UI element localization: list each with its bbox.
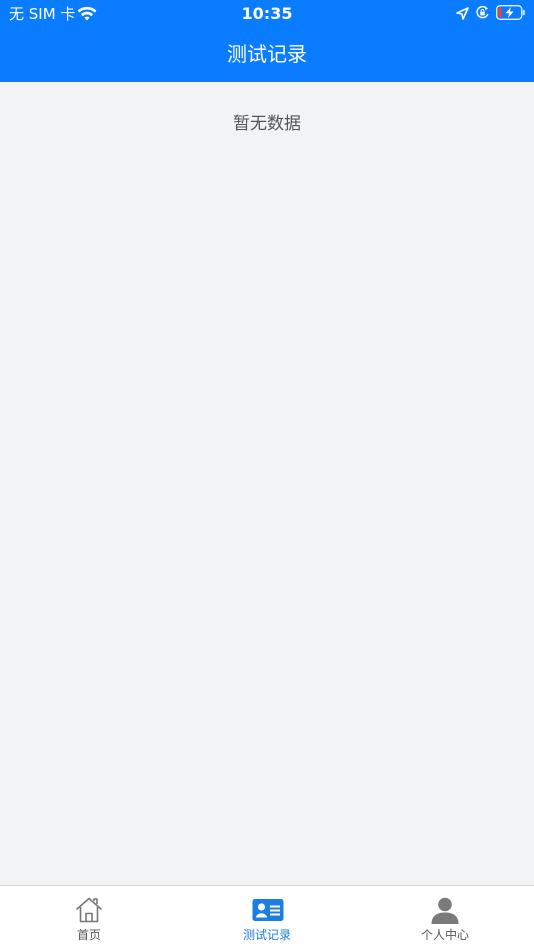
orientation-lock-icon	[475, 5, 490, 24]
app-screen: 无 SIM 卡 10:35 测试记录 暂无数据 首页 测试记录 个人中心	[0, 0, 534, 950]
status-time: 10:35	[241, 4, 293, 23]
tab-home[interactable]: 首页	[0, 886, 178, 950]
empty-state-message: 暂无数据	[233, 114, 301, 134]
battery-charging-icon	[496, 4, 526, 24]
header: 无 SIM 卡 10:35 测试记录	[0, 0, 534, 82]
page-title: 测试记录	[227, 42, 307, 66]
location-arrow-icon	[456, 5, 469, 24]
status-bar: 无 SIM 卡 10:35	[0, 0, 534, 28]
status-icons	[456, 4, 526, 24]
tab-test-records-label: 测试记录	[242, 928, 291, 942]
tab-profile-label: 个人中心	[420, 928, 469, 942]
tab-profile[interactable]: 个人中心	[356, 886, 534, 950]
tab-bar: 首页 测试记录 个人中心	[0, 885, 534, 950]
id-card-icon	[252, 896, 284, 924]
tab-home-label: 首页	[76, 928, 101, 942]
person-icon	[430, 896, 460, 924]
home-icon	[74, 896, 104, 924]
tab-test-records[interactable]: 测试记录	[178, 886, 356, 950]
